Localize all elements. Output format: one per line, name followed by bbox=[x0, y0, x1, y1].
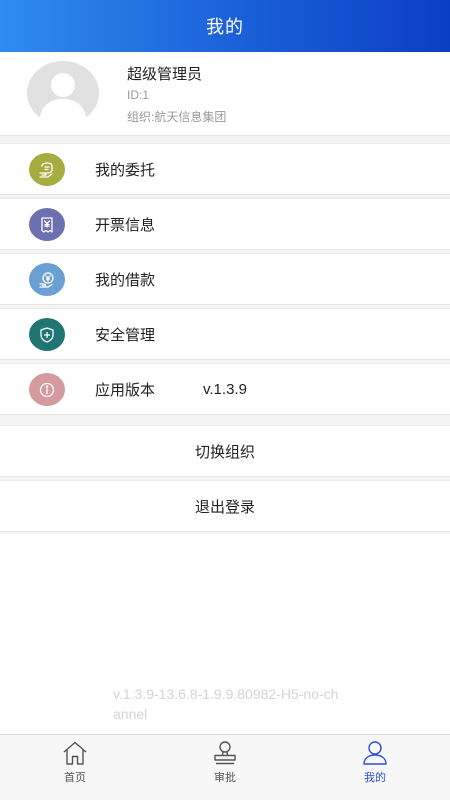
invoice-icon bbox=[29, 208, 65, 241]
default-avatar-icon bbox=[39, 73, 87, 125]
logout-button[interactable]: 退出登录 bbox=[0, 480, 450, 532]
profile-name: 超级管理员 bbox=[127, 66, 203, 83]
profile-org: 组织:航天信息集团 bbox=[127, 110, 227, 124]
menu-item-label: 我的委托 bbox=[95, 161, 156, 179]
tab-mine[interactable]: 我的 bbox=[300, 735, 450, 800]
menu-item-loan[interactable]: 我的借款 bbox=[0, 253, 450, 305]
menu-item-label: 开票信息 bbox=[95, 216, 156, 234]
tab-approval[interactable]: 审批 bbox=[150, 735, 300, 800]
tab-home[interactable]: 首页 bbox=[0, 735, 150, 800]
info-icon bbox=[29, 373, 65, 406]
entrust-icon bbox=[29, 153, 65, 186]
profile-id: ID:1 bbox=[127, 88, 150, 102]
stamp-icon bbox=[214, 741, 236, 765]
shield-icon bbox=[29, 318, 65, 351]
tab-bar: 首页 审批 我的 bbox=[0, 734, 450, 800]
tab-home-label: 首页 bbox=[64, 772, 86, 784]
menu-item-security[interactable]: 安全管理 bbox=[0, 308, 450, 360]
menu-item-label: 应用版本 bbox=[95, 381, 156, 399]
home-icon bbox=[63, 741, 87, 765]
switch-org-button[interactable]: 切换组织 bbox=[0, 425, 450, 477]
tab-mine-label: 我的 bbox=[364, 772, 386, 784]
menu-item-app-version[interactable]: 应用版本 v.1.3.9 bbox=[0, 363, 450, 415]
menu-item-entrust[interactable]: 我的委托 bbox=[0, 143, 450, 195]
avatar[interactable] bbox=[27, 61, 99, 125]
loan-icon bbox=[29, 263, 65, 296]
version-info: v.1.3.9-13.6.8-1.9.9.80982-H5-no-channel bbox=[113, 686, 339, 722]
app-version-value: v.1.3.9 bbox=[203, 380, 247, 398]
menu-list: 我的委托 开票信息 我的借款 安全管理 应用版本 v.1.3.9 bbox=[0, 143, 450, 418]
profile-card[interactable]: 超级管理员 ID:1 组织:航天信息集团 bbox=[0, 52, 450, 136]
tab-approval-label: 审批 bbox=[214, 772, 236, 784]
page-title: 我的 bbox=[206, 17, 244, 37]
header-bar: 我的 bbox=[0, 0, 450, 52]
menu-item-label: 安全管理 bbox=[95, 326, 156, 344]
menu-item-label: 我的借款 bbox=[95, 271, 156, 289]
person-icon bbox=[363, 741, 387, 765]
menu-item-invoice[interactable]: 开票信息 bbox=[0, 198, 450, 250]
